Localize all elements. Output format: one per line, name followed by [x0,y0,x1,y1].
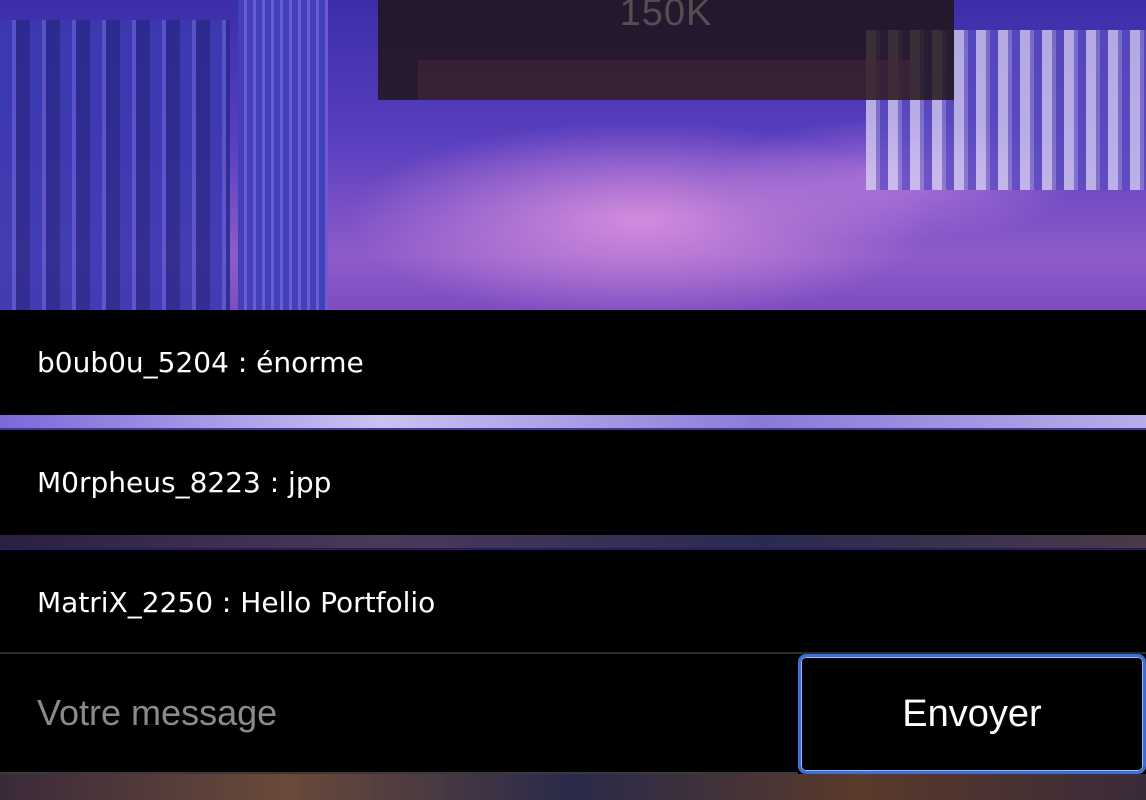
chat-message: MatriX_2250 : Hello Portfolio [0,550,1146,655]
chat-message-text: MatriX_2250 : Hello Portfolio [37,586,436,619]
message-input[interactable] [0,654,798,774]
chat-message: b0ub0u_5204 : énorme [0,310,1146,415]
chat-message-text: M0rpheus_8223 : jpp [37,466,332,499]
send-button[interactable]: Envoyer [798,654,1146,774]
background-strip [0,414,1146,428]
chat-message: M0rpheus_8223 : jpp [0,430,1146,535]
stats-banner: 150K [378,0,954,100]
chat-message-text: b0ub0u_5204 : énorme [37,346,364,379]
skyscraper [238,0,328,312]
message-composer: Envoyer [0,652,1146,774]
banner-shadow [418,60,914,100]
banner-count: 150K [619,0,713,34]
background-strip [0,534,1146,548]
background-strip [0,774,1146,800]
city-skyline-left [0,20,230,310]
